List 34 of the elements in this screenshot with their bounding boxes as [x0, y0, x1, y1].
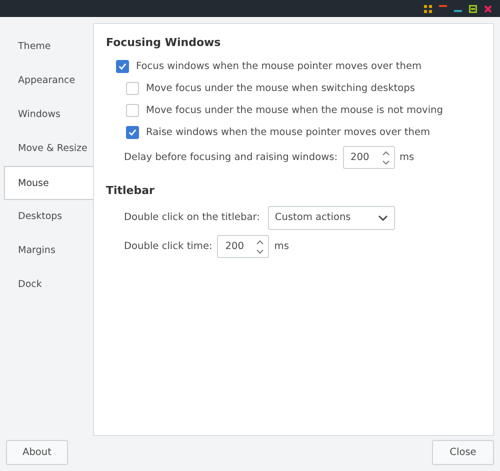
- unit-label: ms: [274, 241, 289, 252]
- about-button[interactable]: About: [6, 440, 68, 465]
- section-heading: Titlebar: [106, 184, 156, 197]
- delay-spinbox[interactable]: 200: [342, 146, 394, 169]
- field-label: Double click on the titlebar:: [124, 212, 260, 223]
- sidebar-item[interactable]: Dock: [0, 268, 93, 302]
- checkbox[interactable]: [126, 104, 139, 116]
- field-label: Double click time:: [124, 241, 212, 252]
- checkbox[interactable]: [126, 126, 139, 138]
- sidebar-item[interactable]: Move & Resize: [0, 132, 93, 166]
- close-icon[interactable]: [484, 4, 492, 12]
- checkbox[interactable]: [126, 82, 139, 94]
- close-button[interactable]: Close: [432, 440, 494, 465]
- unit-label: ms: [400, 152, 414, 163]
- spin-arrows-icon[interactable]: [256, 238, 264, 256]
- spin-arrows-icon[interactable]: [382, 148, 390, 166]
- checkbox-option[interactable]: Raise windows when the mouse pointer moves over them: [126, 126, 430, 138]
- sidebar-item[interactable]: Theme: [0, 30, 93, 64]
- action-dropdown[interactable]: Custom actions: [268, 206, 395, 230]
- sidebar-item[interactable]: Margins: [0, 234, 93, 268]
- sidebar-item[interactable]: Windows: [0, 98, 93, 132]
- field-label: Delay before focusing and raising windows:: [124, 152, 338, 163]
- chevron-down-icon: [378, 214, 388, 220]
- sidebar-item[interactable]: Appearance: [0, 64, 93, 98]
- sidebar-item[interactable]: Desktops: [0, 200, 93, 234]
- checkbox-option[interactable]: Focus windows when the mouse pointer moves over them: [116, 60, 422, 72]
- checkbox[interactable]: [116, 60, 129, 72]
- checkbox-option[interactable]: Move focus under the mouse when switching desktops: [126, 82, 415, 94]
- section-heading: Focusing Windows: [106, 36, 222, 49]
- time-spinbox[interactable]: 200: [217, 235, 270, 258]
- maximize-icon[interactable]: [469, 4, 477, 12]
- checkbox-option[interactable]: Move focus under the mouse when the mouse is not moving: [126, 104, 443, 116]
- sidebar-item[interactable]: Mouse: [4, 166, 93, 200]
- grid-icon[interactable]: [424, 4, 432, 12]
